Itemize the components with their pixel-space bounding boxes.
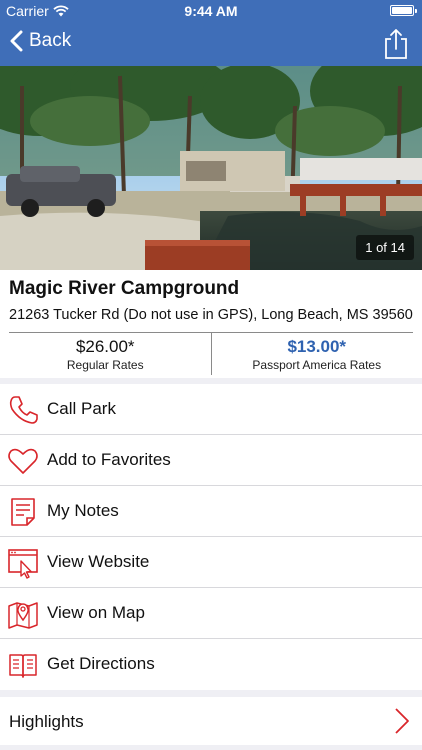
highlights-row[interactable]: Highlights: [0, 697, 422, 745]
park-detail-screen: Carrier 9:44 AM Back 1 of 14 Magic River…: [0, 0, 422, 750]
get-directions-button[interactable]: Get Directions: [0, 639, 422, 690]
call-park-button[interactable]: Call Park: [0, 384, 422, 435]
my-notes-label: My Notes: [47, 501, 119, 520]
regular-price: $26.00*: [75, 337, 135, 356]
chevron-left-icon: [10, 30, 23, 52]
chevron-right-icon: [395, 708, 409, 734]
highlights-label: Highlights: [9, 712, 84, 731]
heart-icon: [8, 448, 38, 474]
passport-price: $13.00*: [287, 337, 347, 356]
call-park-label: Call Park: [47, 399, 116, 418]
photo-counter: 1 of 14: [356, 235, 414, 260]
park-address: 21263 Tucker Rd (Do not use in GPS), Lon…: [9, 307, 413, 323]
battery-icon: [390, 5, 417, 16]
website-icon: [8, 549, 38, 579]
map-pin-icon: [8, 602, 38, 629]
view-on-map-button[interactable]: View on Map: [0, 588, 422, 639]
regular-rate-label: Regular Rates: [66, 358, 144, 372]
status-bar: Carrier 9:44 AM: [0, 0, 422, 22]
rates-row: $26.00* Regular Rates $13.00* Passport A…: [0, 333, 422, 375]
passport-rate: $13.00* Passport America Rates: [210, 333, 422, 375]
add-to-favorites-button[interactable]: Add to Favorites: [0, 435, 422, 486]
get-directions-label: Get Directions: [47, 654, 155, 673]
park-info: Magic River Campground 21263 Tucker Rd (…: [0, 270, 422, 378]
clock: 9:44 AM: [184, 3, 238, 19]
my-notes-button[interactable]: My Notes: [0, 486, 422, 537]
directions-icon: [9, 654, 37, 678]
back-button[interactable]: Back: [10, 30, 71, 52]
regular-rate: $26.00* Regular Rates: [0, 333, 211, 375]
nav-bar: Back: [0, 22, 422, 66]
back-label: Back: [29, 30, 72, 51]
passport-rate-label: Passport America Rates: [252, 358, 382, 372]
park-photo[interactable]: 1 of 14: [0, 66, 422, 270]
add-to-favorites-label: Add to Favorites: [47, 450, 171, 469]
notes-icon: [11, 498, 35, 526]
view-on-map-label: View on Map: [47, 603, 145, 622]
phone-icon: [9, 396, 38, 424]
view-website-button[interactable]: View Website: [0, 537, 422, 588]
park-name: Magic River Campground: [9, 278, 240, 299]
action-menu: Call Park Add to Favorites My Notes View…: [0, 384, 422, 690]
share-icon[interactable]: [382, 28, 410, 60]
view-website-label: View Website: [47, 552, 150, 571]
